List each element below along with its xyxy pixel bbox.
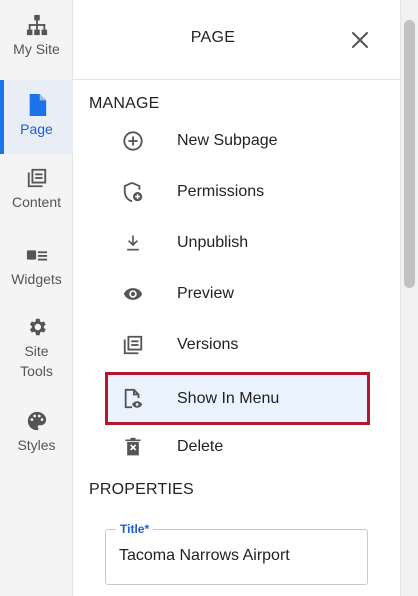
palette-icon xyxy=(26,410,48,432)
permissions-button[interactable]: Permissions xyxy=(105,168,370,216)
rail-item-label: Styles xyxy=(17,437,56,453)
eye-icon xyxy=(122,283,144,305)
rail-item-styles[interactable]: Styles xyxy=(0,410,73,456)
plus-circle-icon xyxy=(122,130,144,152)
title-label-text: Title xyxy=(120,522,145,536)
delete-button[interactable]: Delete xyxy=(105,423,370,471)
show-in-menu-button[interactable]: Show In Menu xyxy=(105,372,370,425)
unpublish-button[interactable]: Unpublish xyxy=(105,219,370,267)
title-input[interactable] xyxy=(119,547,354,565)
page-icon xyxy=(26,94,48,116)
close-icon[interactable] xyxy=(349,29,371,51)
menu-item-label: Delete xyxy=(177,438,224,455)
panel-title: PAGE xyxy=(190,29,236,46)
menu-item-label: Unpublish xyxy=(177,234,249,251)
file-eye-icon xyxy=(122,388,144,410)
title-field-label: Title* xyxy=(116,522,154,536)
download-icon xyxy=(122,232,144,254)
rail-item-site-tools[interactable]: Site Tools xyxy=(0,316,73,386)
preview-button[interactable]: Preview xyxy=(105,270,370,318)
content-icon xyxy=(26,167,48,189)
rail-item-label: Page xyxy=(20,121,53,137)
menu-item-label: Permissions xyxy=(177,183,265,200)
new-subpage-button[interactable]: New Subpage xyxy=(105,117,370,165)
sitemap-icon xyxy=(26,14,48,36)
menu-item-label: Preview xyxy=(177,285,234,302)
properties-section-title: PROPERTIES xyxy=(89,481,194,498)
gear-icon xyxy=(26,316,48,338)
menu-item-label: New Subpage xyxy=(177,132,278,149)
rail-item-widgets[interactable]: Widgets xyxy=(0,244,73,290)
panel-header: PAGE xyxy=(73,0,400,80)
required-mark: * xyxy=(144,522,150,536)
panel-scrollbar[interactable] xyxy=(400,0,418,596)
rail-item-my-site[interactable]: My Site xyxy=(0,14,73,74)
menu-item-label: Versions xyxy=(177,336,239,353)
menu-item-label: Show In Menu xyxy=(177,389,280,407)
rail-item-label: My Site xyxy=(13,41,60,57)
trash-icon xyxy=(122,436,144,458)
rail-item-label: Site Tools xyxy=(20,343,53,379)
scrollbar-thumb[interactable] xyxy=(404,20,415,288)
rail-item-label: Content xyxy=(11,194,62,210)
rail-item-page[interactable]: Page xyxy=(0,80,73,154)
page-panel: PAGE MANAGE New Subpage Permissions Unpu… xyxy=(73,0,400,596)
shield-add-icon xyxy=(122,181,144,203)
versions-icon xyxy=(122,334,144,356)
title-field: Title* xyxy=(105,522,368,585)
left-rail: My Site Page Content Widgets Site Tools … xyxy=(0,0,73,596)
manage-section-title: MANAGE xyxy=(89,95,160,112)
rail-item-content[interactable]: Content xyxy=(0,167,73,227)
rail-item-label: Widgets xyxy=(11,271,62,287)
versions-button[interactable]: Versions xyxy=(105,321,370,369)
widgets-icon xyxy=(26,244,48,266)
